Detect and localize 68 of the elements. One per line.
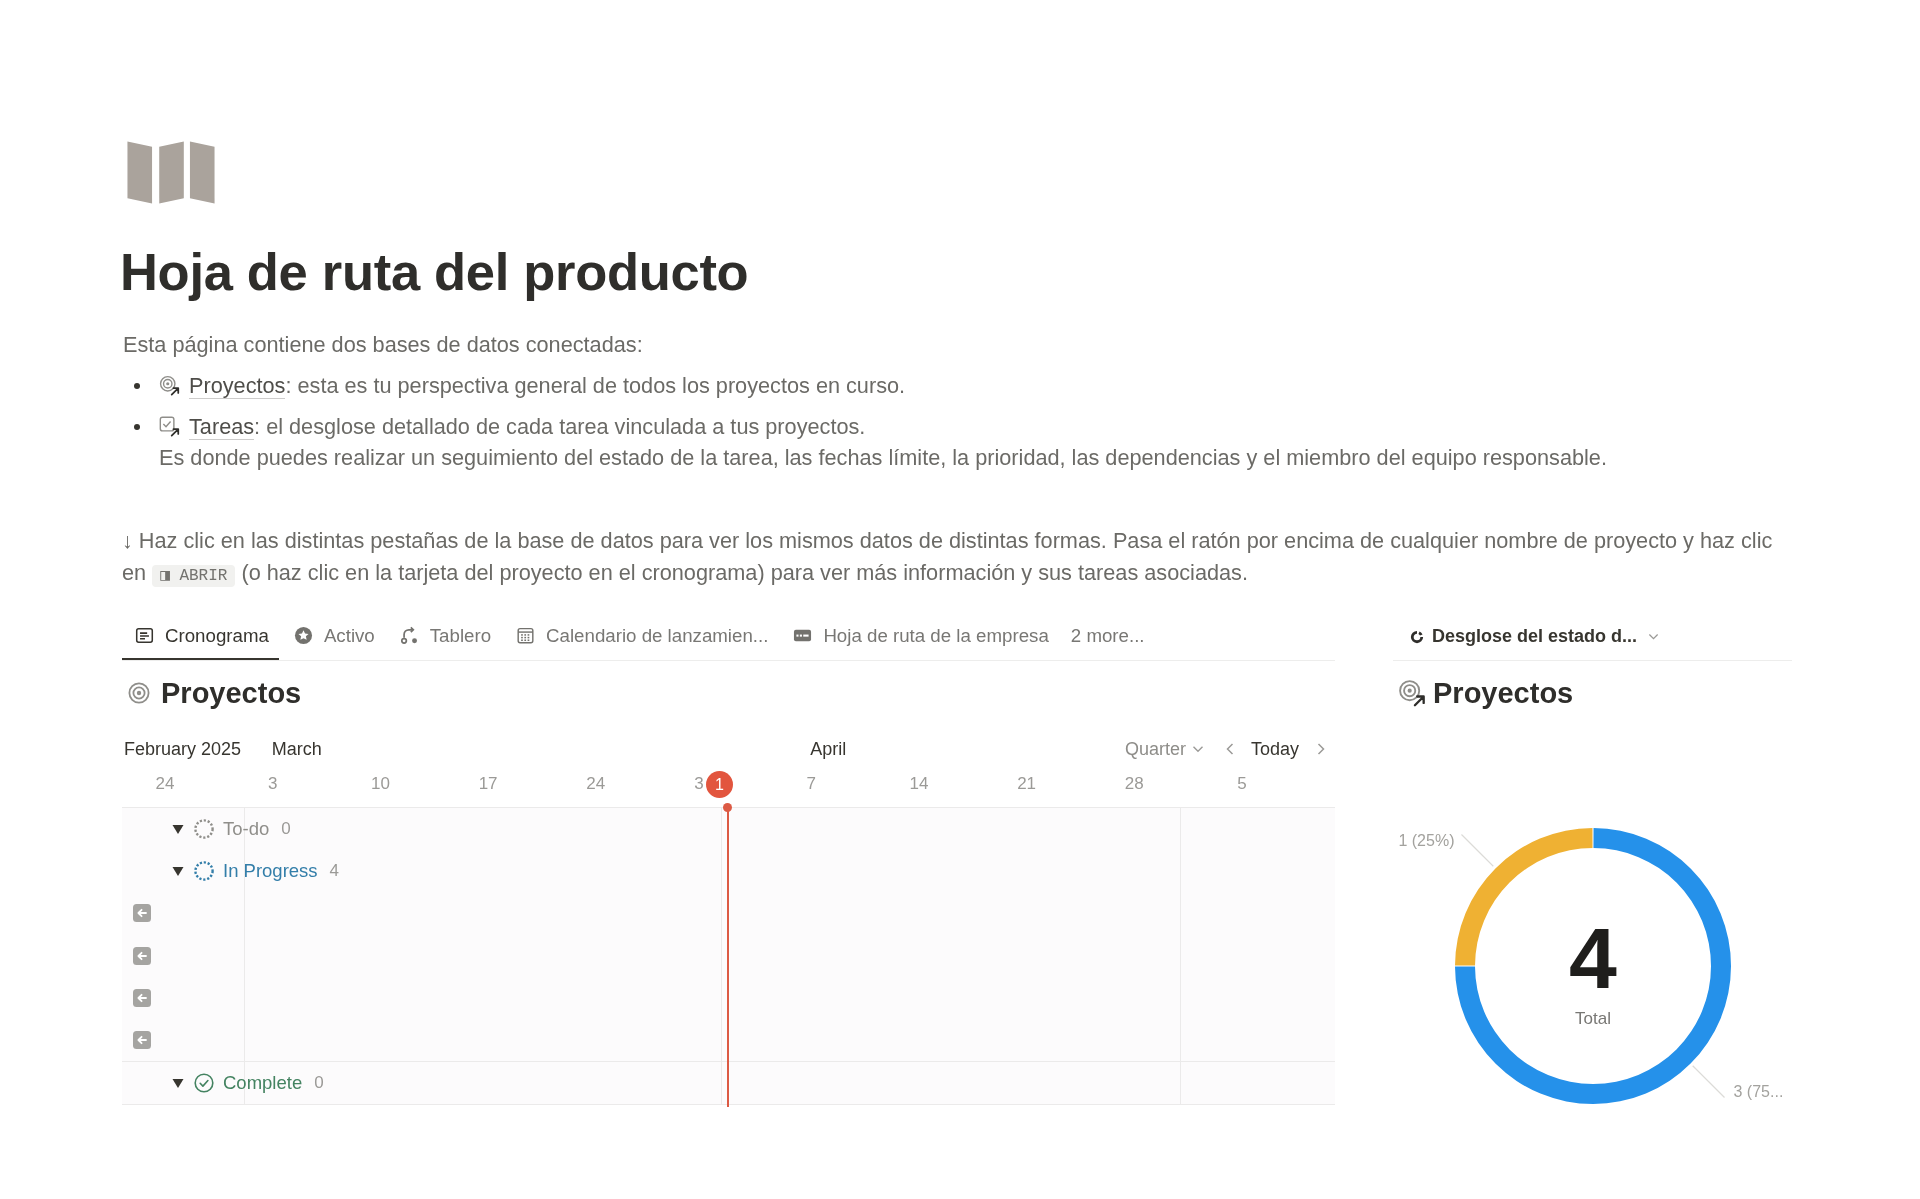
caret-down-icon[interactable]	[172, 823, 184, 836]
arrow-left-icon[interactable]	[133, 904, 151, 923]
data-label: 3 (75...	[1733, 1083, 1784, 1100]
day-label: 10	[370, 773, 390, 795]
view-tab[interactable]: Calendario de lanzamien...	[503, 613, 779, 660]
month-label: March	[271, 738, 322, 761]
day-label: 7	[806, 773, 816, 795]
day-label: 14	[909, 773, 929, 795]
list-item-text: Tareas: el desglose detallado de cada tarea vinculada a tus proyectos.	[189, 413, 866, 442]
checkbox-arrow-icon	[159, 416, 180, 437]
caret-down-icon[interactable]	[172, 865, 184, 878]
day-label: 3	[267, 773, 278, 795]
page-link[interactable]: Proyectos	[189, 373, 286, 399]
page-title: Hoja de ruta del producto	[120, 242, 749, 302]
chevron-right-icon[interactable]	[1317, 743, 1325, 755]
route-icon	[399, 626, 419, 645]
inline-code: ◨ ABRIR	[152, 565, 236, 587]
data-label: 1 (25%)	[1398, 832, 1455, 849]
group-count: 4	[329, 860, 340, 883]
chevron-down-icon	[1648, 631, 1660, 642]
list-item-text: Proyectos: esta es tu perspectiva general de todos los proyectos en curso.	[189, 372, 906, 401]
day-label: 21	[1017, 773, 1037, 795]
group-label: In Progress	[223, 859, 318, 884]
day-label: 24	[155, 773, 175, 795]
zoom-dropdown[interactable]: Quarter	[1124, 738, 1204, 760]
arrow-left-icon[interactable]	[133, 1031, 151, 1050]
database-title: Proyectos	[161, 676, 302, 711]
caret-down-icon[interactable]	[172, 1077, 184, 1090]
group-count: 0	[314, 1072, 324, 1095]
month-label: April	[810, 738, 847, 761]
calendar-icon	[516, 626, 536, 645]
chevron-left-icon[interactable]	[1225, 743, 1234, 755]
target-arrow-icon	[1398, 679, 1426, 707]
intro-text: Esta página contiene dos bases de datos conectadas:	[123, 331, 643, 359]
month-label: February 2025	[124, 738, 242, 761]
group-count: 0	[281, 818, 291, 841]
view-tab[interactable]: Tablero	[386, 613, 502, 660]
view-tab[interactable]: Cronograma	[122, 613, 279, 660]
group-label: Complete	[223, 1071, 303, 1096]
group-label: To-do	[223, 817, 270, 842]
view-tab[interactable]: Hoja de ruta de la empresa	[780, 613, 1059, 660]
map-icon	[126, 141, 216, 204]
day-label: 17	[478, 773, 498, 795]
arrow-left-icon[interactable]	[133, 988, 151, 1007]
view-tab[interactable]: Activo	[280, 613, 385, 660]
chart-title: Proyectos	[1433, 676, 1574, 711]
day-label: 28	[1124, 773, 1144, 795]
today-marker: 1	[706, 770, 733, 798]
ring-chart-icon	[1410, 629, 1424, 644]
total-label: Total	[1575, 1009, 1611, 1028]
leader-line	[1692, 1065, 1726, 1099]
target-arrow-icon	[159, 375, 180, 396]
instruction-text: ↓ Haz clic en las distintas pestañas de la base de datos para ver los mismos datos de distintas formas. Pasa el ratón por encima de cualquier nombre de proyecto y haz clic en ◨ ABRIR (o haz clic en la tarjeta del proyecto en el cronograma) para ver más información y sus tareas asociadas.	[122, 527, 1774, 589]
bullet-icon	[134, 423, 140, 430]
day-label: 5	[1237, 773, 1247, 795]
page-link[interactable]: Tareas	[189, 414, 255, 440]
chart-view-dropdown[interactable]: Desglose del estado d...	[1402, 618, 1668, 655]
today-button[interactable]: Today	[1250, 738, 1299, 760]
list-item-text: Es donde puedes realizar un seguimiento del estado de la tarea, las fechas límite, la prioridad, las dependencias y el miembro del equipo responsable.	[159, 444, 1607, 472]
total-value: 4	[1569, 910, 1617, 1006]
target-icon	[128, 682, 150, 704]
day-label: 3	[694, 773, 704, 795]
more-views-button[interactable]: 2 more...	[1060, 613, 1155, 660]
timeline-icon	[135, 626, 154, 645]
leader-line	[1460, 833, 1494, 867]
arrow-left-icon[interactable]	[133, 946, 151, 965]
bullet-icon	[134, 382, 140, 389]
day-label: 24	[586, 773, 606, 795]
